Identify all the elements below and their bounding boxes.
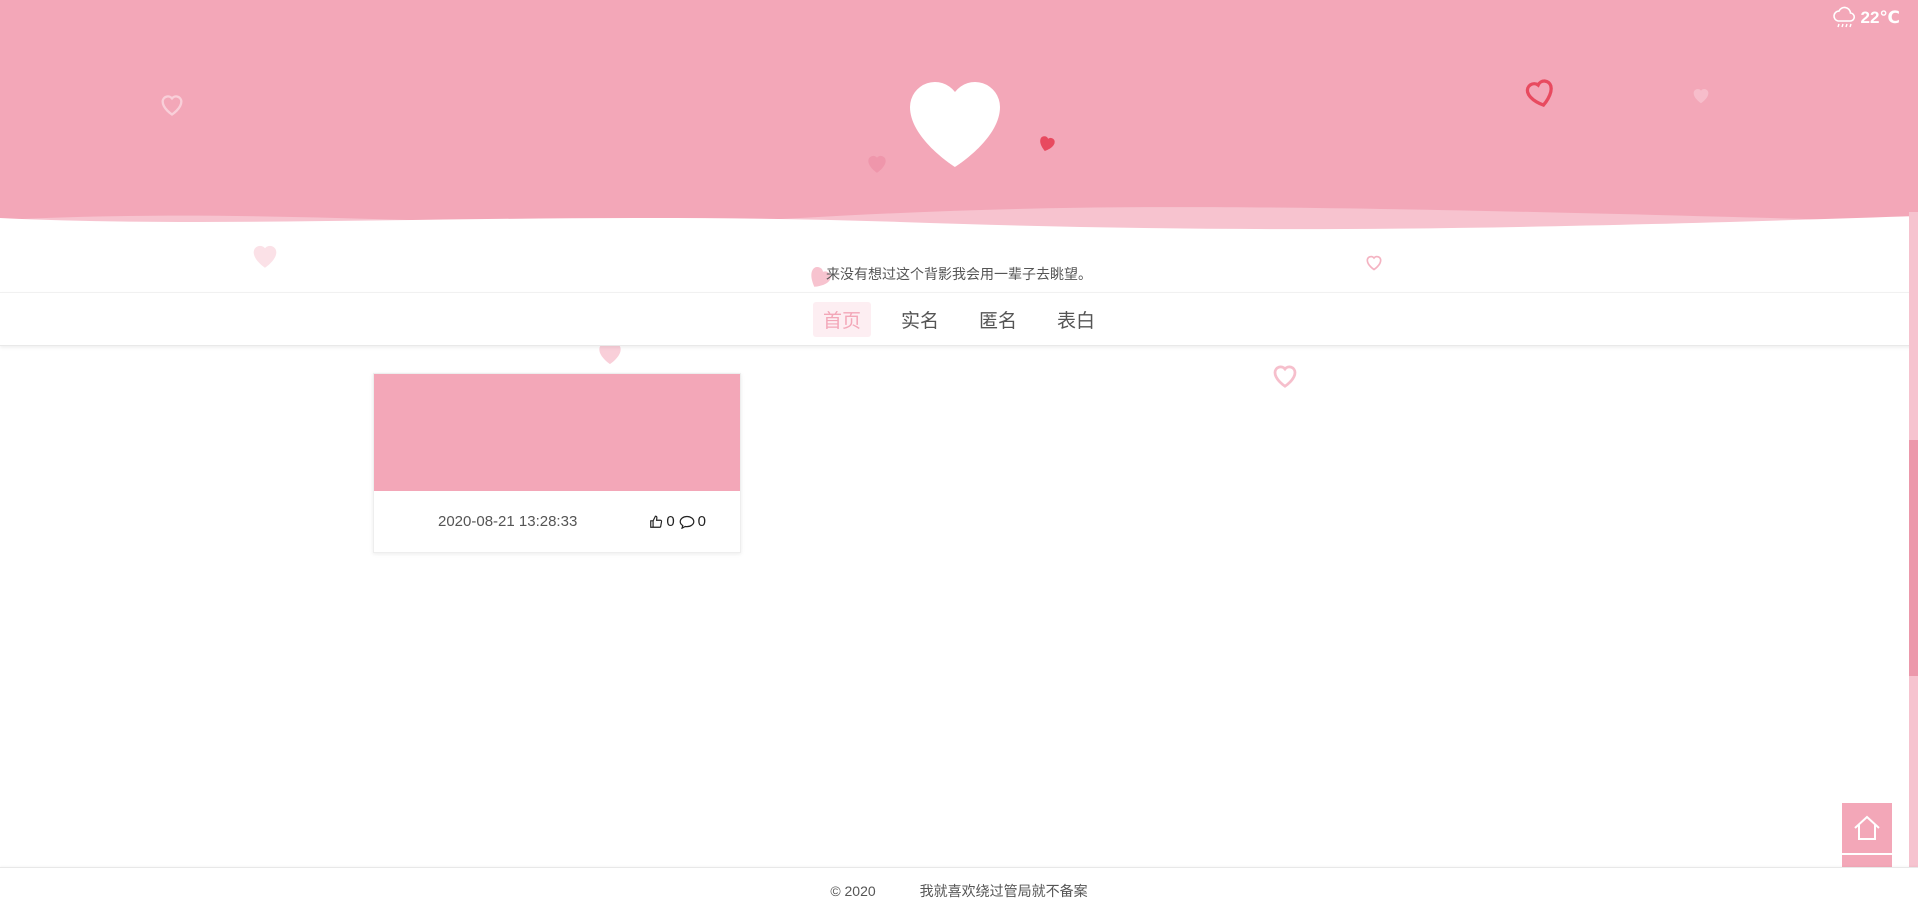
thumbs-up-icon [650, 515, 663, 528]
site-tagline: 来没有想过这个背影我会用一辈子去眺望。 [826, 266, 1092, 282]
comment-count-value: 0 [697, 513, 706, 530]
main-nav: 首页 实名 匿名 表白 [0, 292, 1918, 346]
post-date: 2020-08-21 13:28:33 [438, 513, 578, 530]
heart-icon [1525, 79, 1553, 107]
heart-icon [868, 155, 886, 173]
post-stats: 0 0 [649, 513, 706, 530]
post-image[interactable] [374, 374, 740, 491]
footer-text: 我就喜欢绕过管局就不备案 [919, 883, 1088, 899]
comment-count[interactable]: 0 [679, 513, 706, 530]
like-count-value: 0 [666, 513, 675, 530]
home-button[interactable] [1842, 803, 1892, 853]
weather-temperature: 22℃ [1860, 8, 1901, 27]
page-scrollbar[interactable] [1909, 212, 1918, 913]
like-count[interactable]: 0 [649, 513, 675, 530]
nav-item-confession[interactable]: 表白 [1047, 302, 1105, 337]
nav-item-real-name[interactable]: 实名 [891, 302, 949, 337]
heart-icon [1040, 136, 1055, 151]
heart-icon [161, 95, 183, 116]
post-card[interactable]: 2020-08-21 13:28:33 0 0 [373, 373, 741, 553]
nav-item-home[interactable]: 首页 [812, 301, 871, 337]
footer: © 2020 我就喜欢绕过管局就不备案 [0, 867, 1918, 914]
scrollbar-thumb[interactable] [1909, 440, 1918, 676]
weather-widget[interactable]: 22℃ [1831, 6, 1901, 30]
post-meta: 2020-08-21 13:28:33 0 0 [374, 491, 740, 552]
nav-item-anonymous[interactable]: 匿名 [969, 302, 1027, 337]
heart-logo-icon [910, 81, 1000, 167]
comment-icon [679, 515, 695, 529]
heart-icon [1273, 365, 1297, 388]
header-wave [0, 207, 1918, 240]
rain-cloud-icon [1832, 6, 1855, 28]
heart-icon [1693, 89, 1709, 104]
home-icon [1854, 815, 1880, 840]
footer-copyright: © 2020 [830, 883, 876, 899]
header-banner [0, 0, 1918, 240]
